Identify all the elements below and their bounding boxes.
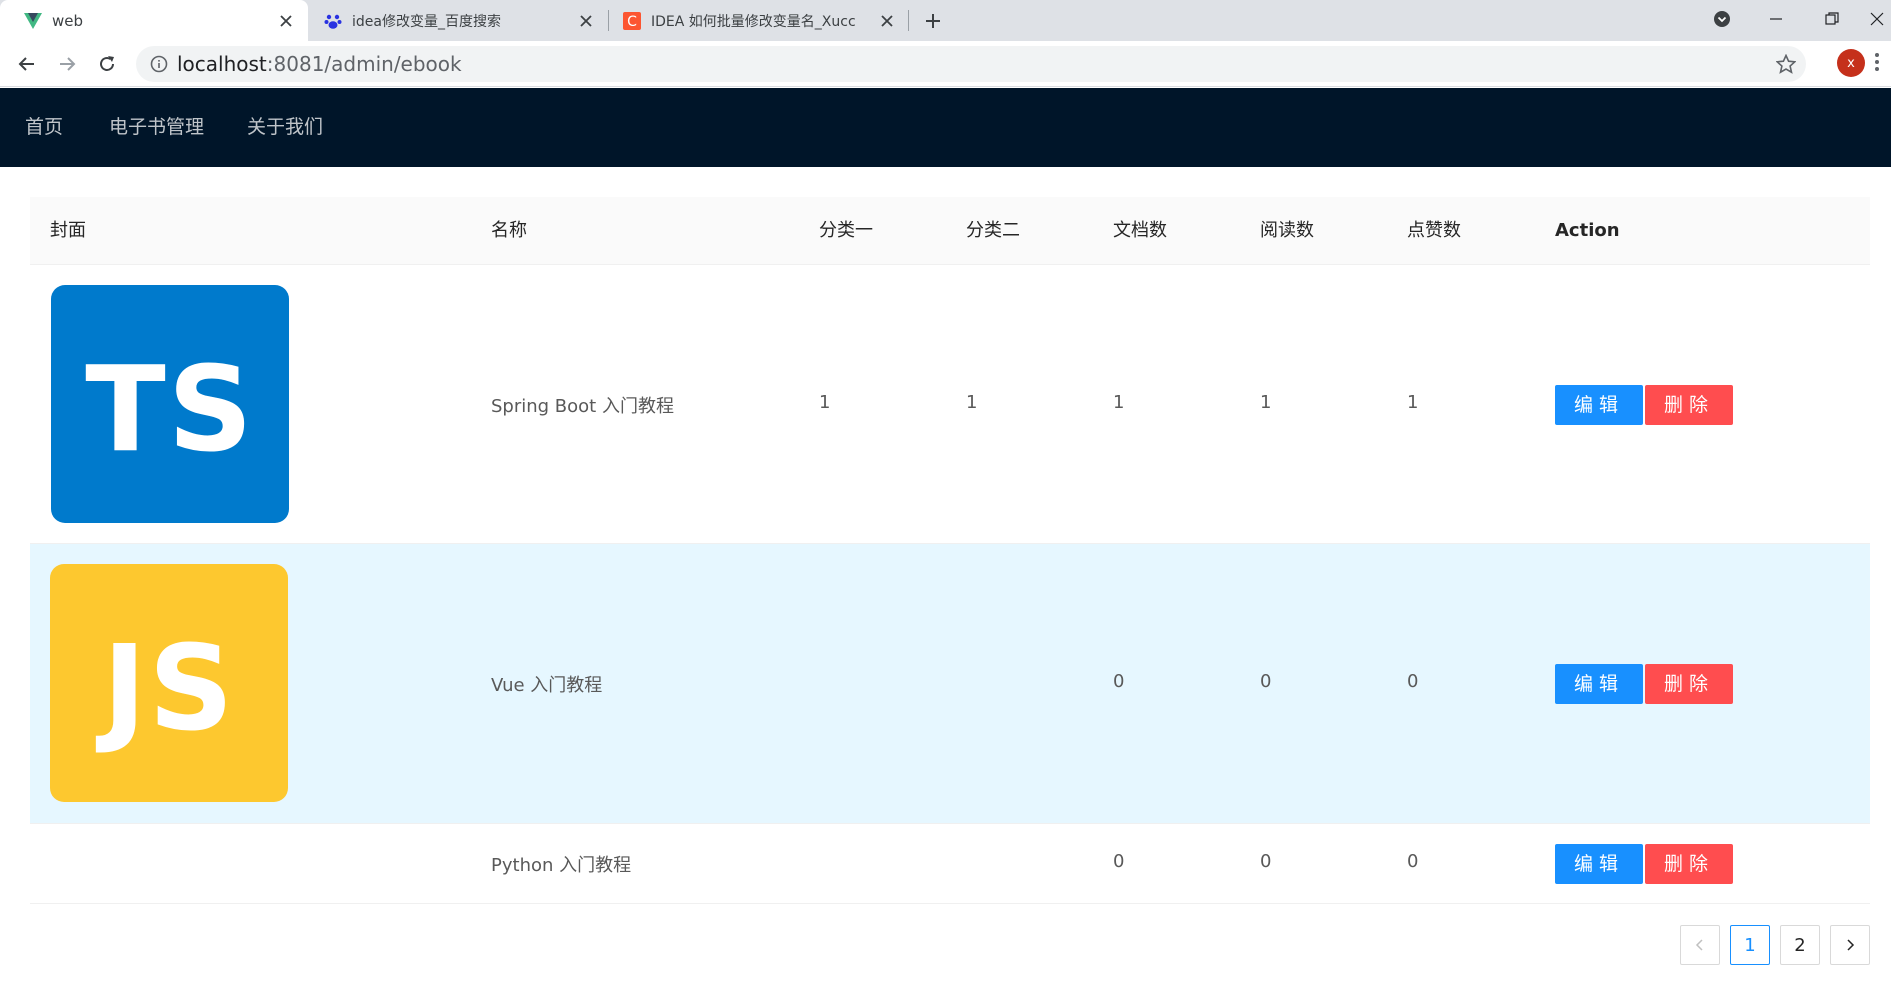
tab-search-icon[interactable] xyxy=(1702,4,1742,34)
ebook-doc-count: 0 xyxy=(1113,851,1125,872)
column-header-vote-count: 点赞数 xyxy=(1407,220,1461,241)
column-header-view-count: 阅读数 xyxy=(1260,220,1314,241)
baidu-paw-icon xyxy=(324,12,342,30)
tab-title: IDEA 如何批量修改变量名_Xucc xyxy=(651,13,856,30)
ebook-doc-count: 1 xyxy=(1113,392,1125,413)
ebook-view-count: 0 xyxy=(1260,851,1272,872)
delete-button[interactable]: 删除 xyxy=(1645,664,1734,704)
vue-logo-icon xyxy=(24,12,42,30)
table-row: Python 入门教程 0 0 0 编辑 删除 xyxy=(30,824,1870,904)
forward-arrow-icon[interactable] xyxy=(52,49,82,79)
tab-separator xyxy=(908,10,909,31)
new-tab-plus-icon[interactable] xyxy=(920,8,946,34)
browser-menu-icon[interactable] xyxy=(1872,47,1882,77)
bookmark-star-icon[interactable] xyxy=(1775,53,1797,74)
delete-button[interactable]: 删除 xyxy=(1645,844,1734,884)
ebook-category1: 1 xyxy=(819,392,831,413)
ebook-name: Spring Boot 入门教程 xyxy=(491,396,674,417)
menu-item-ebook-admin[interactable]: 电子书管理 xyxy=(109,88,204,167)
table-row: JS Vue 入门教程 0 0 0 编辑 删除 xyxy=(30,544,1870,824)
column-header-category1: 分类一 xyxy=(819,220,873,241)
previous-page-chevron-icon[interactable] xyxy=(1680,925,1720,965)
site-info-icon[interactable] xyxy=(150,55,168,73)
cover-text: JS xyxy=(102,619,236,757)
ebook-view-count: 0 xyxy=(1260,671,1272,692)
app-header: 首页 电子书管理 关于我们 xyxy=(0,88,1891,167)
svg-text:C: C xyxy=(627,14,637,30)
back-arrow-icon[interactable] xyxy=(12,49,42,79)
url-host: localhost xyxy=(177,52,267,76)
page-2-button[interactable]: 2 xyxy=(1780,925,1820,965)
close-tab-icon[interactable] xyxy=(877,11,897,31)
ebook-vote-count: 1 xyxy=(1407,392,1419,413)
csdn-c-icon: C xyxy=(623,11,641,30)
column-header-name: 名称 xyxy=(491,220,527,241)
ebook-name: Python 入门教程 xyxy=(491,855,632,876)
column-header-doc-count: 文档数 xyxy=(1113,220,1167,241)
column-header-action: Action xyxy=(1555,220,1620,241)
ebook-vote-count: 0 xyxy=(1407,671,1419,692)
tab-title: web xyxy=(52,11,84,30)
ebook-doc-count: 0 xyxy=(1113,671,1125,692)
address-bar[interactable]: localhost:8081/admin/ebook xyxy=(136,46,1806,82)
edit-button[interactable]: 编辑 xyxy=(1555,664,1644,704)
profile-avatar[interactable]: x xyxy=(1837,49,1865,77)
reload-icon[interactable] xyxy=(92,49,122,79)
column-header-category2: 分类二 xyxy=(966,220,1020,241)
edit-button[interactable]: 编辑 xyxy=(1555,385,1644,425)
browser-tab-strip: web idea修改变量_百度搜索 C IDEA 如何批量修改变量名_Xucc xyxy=(0,0,1891,41)
url-path: :8081/admin/ebook xyxy=(266,52,462,76)
ebook-vote-count: 0 xyxy=(1407,851,1419,872)
ebook-category2: 1 xyxy=(966,392,978,413)
cover-text: TS xyxy=(85,340,255,478)
browser-tab-csdn[interactable]: C IDEA 如何批量修改变量名_Xucc xyxy=(609,0,909,41)
restore-window-icon[interactable] xyxy=(1812,4,1852,34)
browser-tab-baidu[interactable]: idea修改变量_百度搜索 xyxy=(308,0,608,41)
ebook-name: Vue 入门教程 xyxy=(491,675,603,696)
ebook-cover-image: JS xyxy=(50,564,288,802)
tab-title: idea修改变量_百度搜索 xyxy=(352,13,501,30)
page-1-button[interactable]: 1 xyxy=(1730,925,1770,965)
ebook-view-count: 1 xyxy=(1260,392,1272,413)
table-row: TS Spring Boot 入门教程 1 1 1 1 1 编辑 删除 xyxy=(30,265,1870,544)
ebook-cover-image: TS xyxy=(51,285,289,523)
menu-item-about[interactable]: 关于我们 xyxy=(247,88,323,167)
minimize-window-icon[interactable] xyxy=(1756,4,1796,34)
next-page-chevron-icon[interactable] xyxy=(1830,925,1870,965)
browser-tab-web[interactable]: web xyxy=(0,0,308,41)
delete-button[interactable]: 删除 xyxy=(1645,385,1734,425)
browser-toolbar: localhost:8081/admin/ebook x xyxy=(0,41,1891,87)
close-tab-icon[interactable] xyxy=(276,11,296,31)
close-window-icon[interactable] xyxy=(1862,4,1891,34)
menu-item-home[interactable]: 首页 xyxy=(25,88,63,167)
table-header: 封面 名称 分类一 分类二 文档数 阅读数 点赞数 Action xyxy=(30,197,1870,265)
edit-button[interactable]: 编辑 xyxy=(1555,844,1644,884)
column-header-cover: 封面 xyxy=(50,220,86,241)
url-text: localhost:8081/admin/ebook xyxy=(177,46,462,82)
close-tab-icon[interactable] xyxy=(576,11,596,31)
